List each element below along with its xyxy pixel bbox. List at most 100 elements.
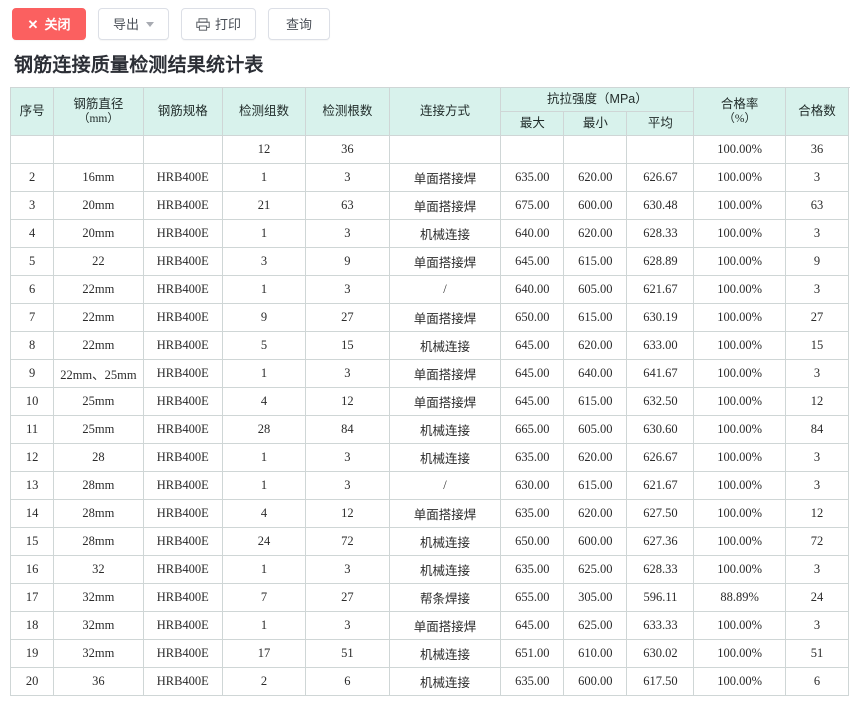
cell-bar-count: 51 [305,639,390,668]
table-row[interactable]: 4 20mm HRB400E 1 3 机械连接 640.00 620.00 628.33 100.… [11,219,850,248]
cell-diameter: 28mm [53,499,144,528]
column-header-pass-rate: 合格率 （%） [693,88,786,136]
cell-spec: HRB400E [143,499,223,528]
cell-max: 640.00 [500,219,565,248]
table-row[interactable]: 15 28mm HRB400E 24 72 机械连接 650.00 600.00 627.36 1… [11,527,850,556]
cell-spec: HRB400E [143,163,223,192]
close-button[interactable]: ✕ 关闭 [12,8,86,40]
table-row[interactable]: 10 25mm HRB400E 4 12 单面搭接焊 645.00 615.00 632.50 1… [11,387,850,416]
cell-seq: 15 [11,527,55,556]
cell-pass-count: 3 [785,443,850,472]
chevron-down-icon [146,21,155,27]
print-button[interactable]: 打印 [181,8,257,40]
close-button-label: 关闭 [44,16,71,32]
cell-bar-count: 3 [305,275,390,304]
cell-group-count: 21 [222,191,307,220]
cell-max: 655.00 [500,583,565,612]
table-header: 序号 钢筋直径 （mm） 钢筋规格 检测组数 检测根数 连接方式 抗拉强度（MP… [11,88,850,136]
cell-max: 650.00 [500,527,565,556]
cell-pass-count: 9 [785,247,850,276]
cell-seq: 5 [11,247,55,276]
table-row[interactable]: 13 28mm HRB400E 1 3/630.00 615.00 621.67 100.00… [11,471,850,500]
cell-seq: 8 [11,331,55,360]
column-header-pass-count: 合格数 [785,88,850,136]
table-row[interactable]: 18 32mm HRB400E 1 3 单面搭接焊 645.00 625.00 633.33 10… [11,611,850,640]
column-header-bar-count: 检测根数 [305,88,390,136]
cell-pass-rate: 100.00% [693,415,786,444]
cell-avg: 628.33 [626,555,695,584]
cell-avg: 626.67 [626,443,695,472]
table-row[interactable]: 3 20mm HRB400E 21 63 单面搭接焊 675.00 600.00 630.48 1… [11,191,850,220]
cell-spec: HRB400E [143,639,223,668]
table-row[interactable]: 12 36 100.00% 36 [11,135,850,164]
cell-pass-rate: 100.00% [693,639,786,668]
table-body: 12 36 100.00% 36 2 16mm HRB400E 1 3 单面搭接焊 635.00 62… [11,135,850,696]
cell-bar-count: 3 [305,471,390,500]
cell-group-count: 4 [222,499,307,528]
cell-group-count: 1 [222,163,307,192]
cell-pass-count: 63 [785,191,850,220]
column-header-seq: 序号 [11,88,55,136]
table-row[interactable]: 17 32mm HRB400E 7 27 帮条焊接 655.00 305.00 596.11 88… [11,583,850,612]
cell-pass-rate: 100.00% [693,163,786,192]
table-row[interactable]: 7 22mm HRB400E 9 27 单面搭接焊 650.00 615.00 630.19 10… [11,303,850,332]
cell-min: 600.00 [563,527,628,556]
cell-group-count: 9 [222,303,307,332]
column-header-diameter-line2: （mm） [77,113,119,126]
cell-joint-type: 机械连接 [389,219,502,248]
cell-max: 635.00 [500,499,565,528]
cell-pass-rate: 100.00% [693,191,786,220]
cell-spec: HRB400E [143,583,223,612]
table-row[interactable]: 12 28 HRB400E 1 3 机械连接 635.00 620.00 626.67 100.0… [11,443,850,472]
cell-bar-count: 84 [305,415,390,444]
query-button[interactable]: 查询 [268,8,331,40]
table-row[interactable]: 16 32 HRB400E 1 3 机械连接 635.00 625.00 628.33 100.0… [11,555,850,584]
cell-max: 640.00 [500,275,565,304]
cell-diameter: 22mm、25mm [53,359,144,388]
cell-min: 640.00 [563,359,628,388]
cell-seq: 10 [11,387,55,416]
cell-seq [11,135,55,164]
cell-pass-count: 12 [785,387,850,416]
cell-seq: 6 [11,275,55,304]
table-row[interactable]: 9 22mm、25mm HRB400E 1 3 单面搭接焊 645.00 640.00 641.… [11,359,850,388]
cell-seq: 16 [11,555,55,584]
table-row[interactable]: 5 22 HRB400E 3 9 单面搭接焊 645.00 615.00 628.89 100.0… [11,247,850,276]
close-x-icon: ✕ [27,16,39,32]
table-row[interactable]: 6 22mm HRB400E 1 3/640.00 605.00 621.67 100.00%… [11,275,850,304]
cell-avg: 626.67 [626,163,695,192]
cell-seq: 3 [11,191,55,220]
cell-min: 600.00 [563,191,628,220]
statistics-table: 序号 钢筋直径 （mm） 钢筋规格 检测组数 检测根数 连接方式 抗拉强度（MP… [11,88,850,696]
cell-diameter: 22mm [53,275,144,304]
cell-max [500,135,565,164]
table-row[interactable]: 2 16mm HRB400E 1 3 单面搭接焊 635.00 620.00 626.67 100… [11,163,850,192]
cell-diameter: 20mm [53,191,144,220]
table-row[interactable]: 14 28mm HRB400E 4 12 单面搭接焊 635.00 620.00 627.50 1… [11,499,850,528]
cell-bar-count: 27 [305,583,390,612]
cell-joint-type: 单面搭接焊 [389,247,502,276]
cell-group-count: 1 [222,611,307,640]
cell-spec: HRB400E [143,275,223,304]
table-row[interactable]: 20 36 HRB400E 2 6 机械连接 635.00 600.00 617.50 100.0… [11,667,850,696]
table-row[interactable]: 19 32mm HRB400E 17 51 机械连接 651.00 610.00 630.02 1… [11,639,850,668]
cell-spec: HRB400E [143,247,223,276]
cell-avg: 621.67 [626,275,695,304]
cell-group-count: 5 [222,331,307,360]
export-button[interactable]: 导出 [98,8,170,40]
cell-joint-type [389,135,502,164]
cell-bar-count: 36 [305,135,390,164]
cell-spec: HRB400E [143,443,223,472]
column-header-joint-type: 连接方式 [389,88,502,136]
cell-bar-count: 12 [305,387,390,416]
cell-bar-count: 3 [305,219,390,248]
cell-pass-count: 3 [785,359,850,388]
cell-pass-rate: 100.00% [693,499,786,528]
cell-joint-type: 机械连接 [389,415,502,444]
cell-min: 620.00 [563,443,628,472]
cell-max: 650.00 [500,303,565,332]
cell-pass-count: 3 [785,163,850,192]
table-row[interactable]: 8 22mm HRB400E 5 15 机械连接 645.00 620.00 633.00 100… [11,331,850,360]
table-row[interactable]: 11 25mm HRB400E 28 84 机械连接 665.00 605.00 630.60 1… [11,415,850,444]
cell-group-count: 1 [222,275,307,304]
